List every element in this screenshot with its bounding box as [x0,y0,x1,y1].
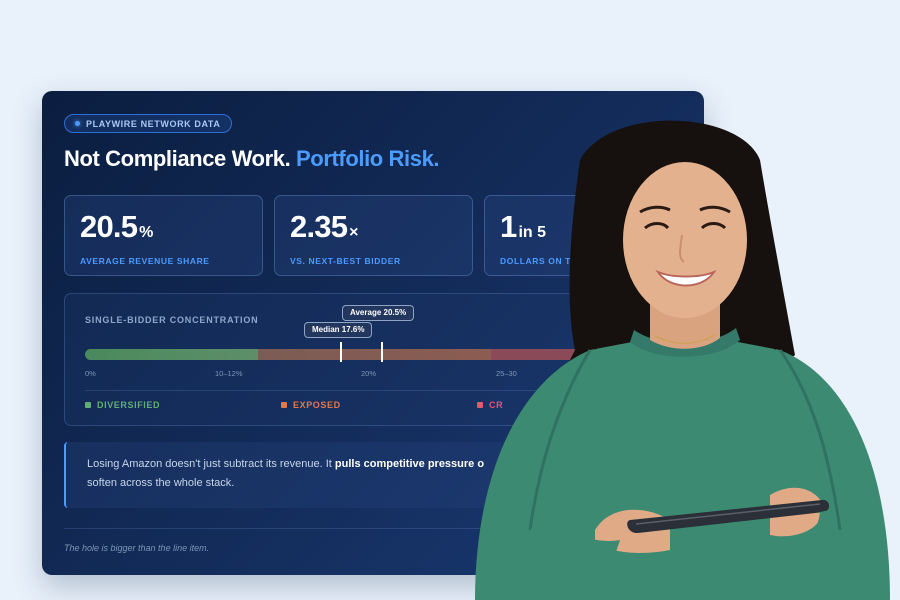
legend-swatch [281,402,287,408]
exposed-segment [258,349,491,360]
stat-card-revenue-share: 20.5% AVERAGE REVENUE SHARE [64,195,263,276]
tick-label: 0% [85,369,96,378]
concentration-title: SINGLE-BIDDER CONCENTRATION [85,315,259,325]
legend-exposed: EXPOSED [281,400,341,410]
headline-text: Not Compliance Work. [64,146,291,171]
diversified-segment [85,349,258,360]
stat-label: VS. NEXT-BEST BIDDER [290,256,401,266]
headline-accent: Portfolio Risk. [296,146,440,171]
stat-unit: % [139,224,154,241]
stat-label: AVERAGE REVENUE SHARE [80,256,210,266]
tick-label: 10–12% [215,369,243,378]
badge-label: PLAYWIRE NETWORK DATA [86,118,221,129]
stat-value: 20.5% [80,209,154,244]
legend-swatch [85,402,91,408]
tick-label: 20% [361,369,377,378]
average-tooltip: Average 20.5% [342,305,415,321]
median-marker [340,342,342,362]
median-tooltip: Median 17.6% [304,322,373,338]
quote-emphasis: pulls competitive pressure o [334,458,485,470]
stat-card-next-best-bidder: 2.35 × VS. NEXT-BEST BIDDER [274,195,473,276]
dot-icon [75,121,80,126]
legend-diversified: DIVERSIFIED [85,400,160,410]
average-marker [381,342,383,362]
person-with-tablet-photo [475,120,890,600]
footnote: The hole is bigger than the line item. [64,543,210,553]
stat-value: 2.35 × [290,209,359,244]
legend-label: EXPOSED [293,400,341,410]
network-data-badge: PLAYWIRE NETWORK DATA [64,114,233,133]
legend-label: DIVERSIFIED [97,400,161,410]
card-headline: Not Compliance Work. Portfolio Risk. [64,146,440,172]
stat-unit: × [349,224,359,241]
